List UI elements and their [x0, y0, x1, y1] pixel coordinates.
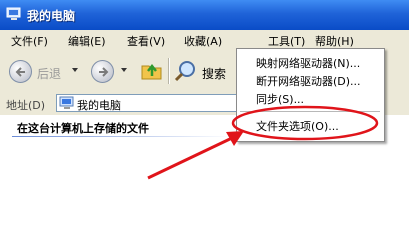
back-dropdown-icon[interactable]: [72, 68, 78, 72]
tools-dropdown-menu: 映射网络驱动器(N)... 断开网络驱动器(D)... 同步(S)... 文件夹…: [236, 48, 385, 142]
section-divider: [12, 136, 232, 137]
menu-item-disconnect-network-drive[interactable]: 断开网络驱动器(D)...: [256, 73, 361, 89]
search-icon[interactable]: [174, 59, 198, 86]
menu-item-map-network-drive[interactable]: 映射网络驱动器(N)...: [256, 55, 360, 71]
menu-favorites[interactable]: 收藏(A): [184, 33, 222, 49]
menu-file[interactable]: 文件(F): [11, 33, 48, 49]
section-heading: 在这台计算机上存储的文件: [17, 122, 149, 135]
back-label[interactable]: 后退: [37, 65, 61, 82]
back-arrow-icon: [15, 67, 25, 77]
address-label: 地址(D): [6, 99, 46, 112]
forward-arrow-icon: [99, 67, 109, 77]
my-computer-icon: [6, 7, 22, 21]
menu-help[interactable]: 帮助(H): [315, 33, 354, 49]
forward-button[interactable]: [91, 60, 114, 83]
title-bar[interactable]: 我的电脑: [0, 0, 409, 30]
toolbar-separator: [168, 58, 169, 84]
address-value: 我的电脑: [77, 99, 121, 112]
search-label[interactable]: 搜索: [202, 65, 226, 82]
menu-edit[interactable]: 编辑(E): [68, 33, 106, 49]
my-computer-icon: [59, 96, 75, 113]
menu-tools[interactable]: 工具(T): [268, 33, 305, 49]
back-button[interactable]: [9, 60, 32, 83]
window-title: 我的电脑: [27, 9, 76, 23]
menu-view[interactable]: 查看(V): [127, 33, 165, 49]
menu-item-folder-options[interactable]: 文件夹选项(O)...: [256, 118, 339, 134]
forward-dropdown-icon[interactable]: [121, 68, 127, 72]
menu-item-synchronize[interactable]: 同步(S)...: [256, 91, 304, 107]
menu-separator: [240, 111, 380, 112]
up-folder-icon[interactable]: [140, 59, 164, 84]
